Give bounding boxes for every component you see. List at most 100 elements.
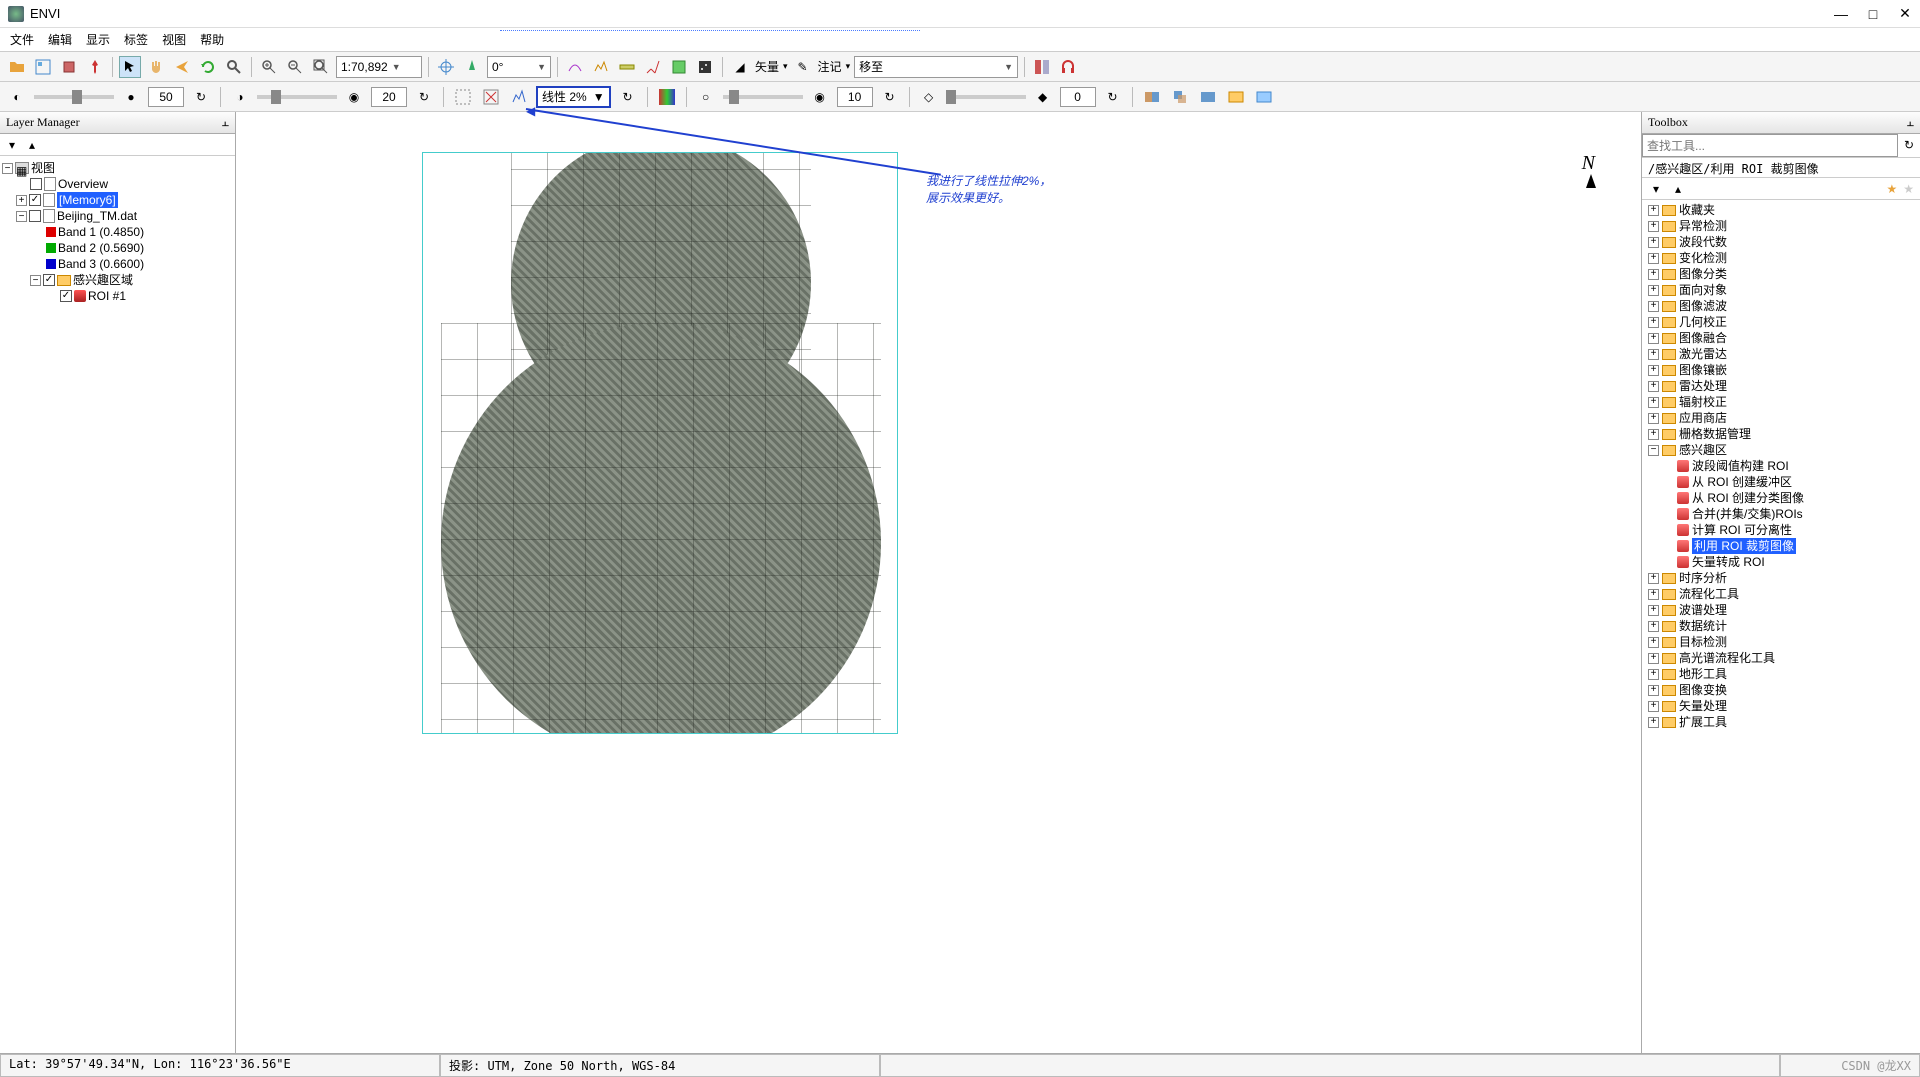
toolbox-item[interactable]: +异常检测 [1644, 218, 1918, 234]
transparency-input[interactable] [1060, 87, 1096, 107]
cursor-value-icon[interactable] [564, 56, 586, 78]
annotate-label[interactable]: 注记 [818, 58, 842, 75]
transparency-reset-icon[interactable]: ↻ [1102, 86, 1124, 108]
menu-tags[interactable]: 标签 [124, 31, 148, 48]
sharpen-reset-icon[interactable]: ↻ [879, 86, 901, 108]
layer-tree[interactable]: −▦视图 Overview +✓[Memory6] −Beijing_TM.da… [0, 156, 235, 1053]
north-arrow-icon[interactable] [461, 56, 483, 78]
menu-view[interactable]: 视图 [162, 31, 186, 48]
measure-icon[interactable] [616, 56, 638, 78]
pan-icon[interactable] [145, 56, 167, 78]
toolbox-item[interactable]: +图像滤波 [1644, 298, 1918, 314]
expand-icon[interactable]: ▴ [24, 137, 40, 153]
zoom-out-icon[interactable] [284, 56, 306, 78]
tree-root[interactable]: 视图 [31, 160, 55, 176]
toolbox-tree[interactable]: +收藏夹+异常检测+波段代数+变化检测+图像分类+面向对象+图像滤波+几何校正+… [1642, 200, 1920, 1053]
fav-star-off-icon[interactable]: ★ [1903, 182, 1914, 196]
collapse-icon[interactable]: ▾ [4, 137, 20, 153]
toolbox-item[interactable]: +目标检测 [1644, 634, 1918, 650]
toolbox-item[interactable]: +几何校正 [1644, 314, 1918, 330]
menu-file[interactable]: 文件 [10, 31, 34, 48]
data-manager-icon[interactable] [32, 56, 54, 78]
fav-collapse-icon[interactable]: ▾ [1648, 181, 1664, 197]
toolbox-item[interactable]: 计算 ROI 可分离性 [1644, 522, 1918, 538]
stretch-reset-icon[interactable]: ↻ [617, 86, 639, 108]
annotate-dropdown-icon[interactable]: ✎ [792, 56, 814, 78]
tree-band1[interactable]: Band 1 (0.4850) [58, 224, 144, 240]
toolbox-item[interactable]: +高光谱流程化工具 [1644, 650, 1918, 666]
toolbox-item[interactable]: +时序分析 [1644, 570, 1918, 586]
swipe-icon[interactable] [1141, 86, 1163, 108]
transparency-slider[interactable] [946, 95, 1026, 99]
brightness-slider[interactable] [34, 95, 114, 99]
toolbox-item[interactable]: +矢量处理 [1644, 698, 1918, 714]
tree-memory[interactable]: [Memory6] [57, 192, 118, 208]
toolbox-item[interactable]: 从 ROI 创建缓冲区 [1644, 474, 1918, 490]
view-a-icon[interactable] [1225, 86, 1247, 108]
sharpen-slider[interactable] [723, 95, 803, 99]
minimize-button[interactable]: — [1834, 7, 1848, 21]
toolbox-item[interactable]: +雷达处理 [1644, 378, 1918, 394]
crosshair-icon[interactable] [435, 56, 457, 78]
toolbox-item[interactable]: 波段阈值构建 ROI [1644, 458, 1918, 474]
select-tool-icon[interactable] [119, 56, 141, 78]
flicker-icon[interactable] [1197, 86, 1219, 108]
rotate-icon[interactable] [197, 56, 219, 78]
view-b-icon[interactable] [1253, 86, 1275, 108]
rotation-combo[interactable]: 0° ▼ [487, 56, 551, 78]
toolbox-item[interactable]: 矢量转成 ROI [1644, 554, 1918, 570]
toolbox-item[interactable]: 合并(并集/交集)ROIs [1644, 506, 1918, 522]
toolbox-item[interactable]: +波谱处理 [1644, 602, 1918, 618]
toolbox-item[interactable]: +图像分类 [1644, 266, 1918, 282]
toolbox-item[interactable]: +波段代数 [1644, 234, 1918, 250]
panel-pin-icon[interactable]: ⫠ [222, 115, 229, 130]
toolbox-item[interactable]: +流程化工具 [1644, 586, 1918, 602]
search-refresh-icon[interactable]: ↻ [1898, 134, 1920, 156]
scatter-icon[interactable] [694, 56, 716, 78]
roi-tool-icon[interactable] [668, 56, 690, 78]
toolbox-item[interactable]: +辐射校正 [1644, 394, 1918, 410]
stretch-combo[interactable]: 线性 2% ▼ [536, 86, 611, 108]
scale-combo[interactable]: 1:70,892 ▼ [336, 56, 422, 78]
sharpen-input[interactable] [837, 87, 873, 107]
maximize-button[interactable]: □ [1866, 7, 1880, 21]
layout-icon[interactable] [1031, 56, 1053, 78]
fav-star-icon[interactable]: ★ [1886, 182, 1897, 196]
blend-icon[interactable] [1169, 86, 1191, 108]
zoom-extent-icon[interactable] [223, 56, 245, 78]
toolbox-item[interactable]: +图像变换 [1644, 682, 1918, 698]
contrast-slider[interactable] [257, 95, 337, 99]
tree-band3[interactable]: Band 3 (0.6600) [58, 256, 144, 272]
toolbox-item[interactable]: +激光雷达 [1644, 346, 1918, 362]
headphones-icon[interactable] [1057, 56, 1079, 78]
chip-icon[interactable] [58, 56, 80, 78]
toolbox-item[interactable]: +收藏夹 [1644, 202, 1918, 218]
toolbox-item[interactable]: 从 ROI 创建分类图像 [1644, 490, 1918, 506]
toolbox-item[interactable]: +栅格数据管理 [1644, 426, 1918, 442]
toolbox-search-input[interactable] [1642, 134, 1898, 157]
tree-band2[interactable]: Band 2 (0.5690) [58, 240, 144, 256]
tree-roi-folder[interactable]: 感兴趣区域 [73, 272, 133, 288]
zoom-fit-icon[interactable] [310, 56, 332, 78]
zoom-in-icon[interactable] [258, 56, 280, 78]
toolbox-item[interactable]: +变化检测 [1644, 250, 1918, 266]
vector-dropdown-icon[interactable]: ◢ [729, 56, 751, 78]
brightness-input[interactable] [148, 87, 184, 107]
menu-display[interactable]: 显示 [86, 31, 110, 48]
toolbox-item[interactable]: 利用 ROI 裁剪图像 [1644, 538, 1918, 554]
colormap-icon[interactable] [656, 86, 678, 108]
menu-edit[interactable]: 编辑 [48, 31, 72, 48]
contrast-input[interactable] [371, 87, 407, 107]
stretch-clear-icon[interactable] [480, 86, 502, 108]
fav-expand-icon[interactable]: ▴ [1670, 181, 1686, 197]
map-viewport[interactable]: ◀ 我进行了线性拉伸2%， 展示效果更好。 N [236, 112, 1642, 1053]
toolbox-item[interactable]: +地形工具 [1644, 666, 1918, 682]
toolbox-item[interactable]: −感兴趣区 [1644, 442, 1918, 458]
toolbox-item[interactable]: +扩展工具 [1644, 714, 1918, 730]
tree-dataset[interactable]: Beijing_TM.dat [57, 208, 137, 224]
fly-icon[interactable] [171, 56, 193, 78]
profile-icon[interactable] [590, 56, 612, 78]
open-icon[interactable] [6, 56, 28, 78]
tree-roi1[interactable]: ROI #1 [88, 288, 126, 304]
toolbox-pin-icon[interactable]: ⫠ [1907, 115, 1914, 130]
